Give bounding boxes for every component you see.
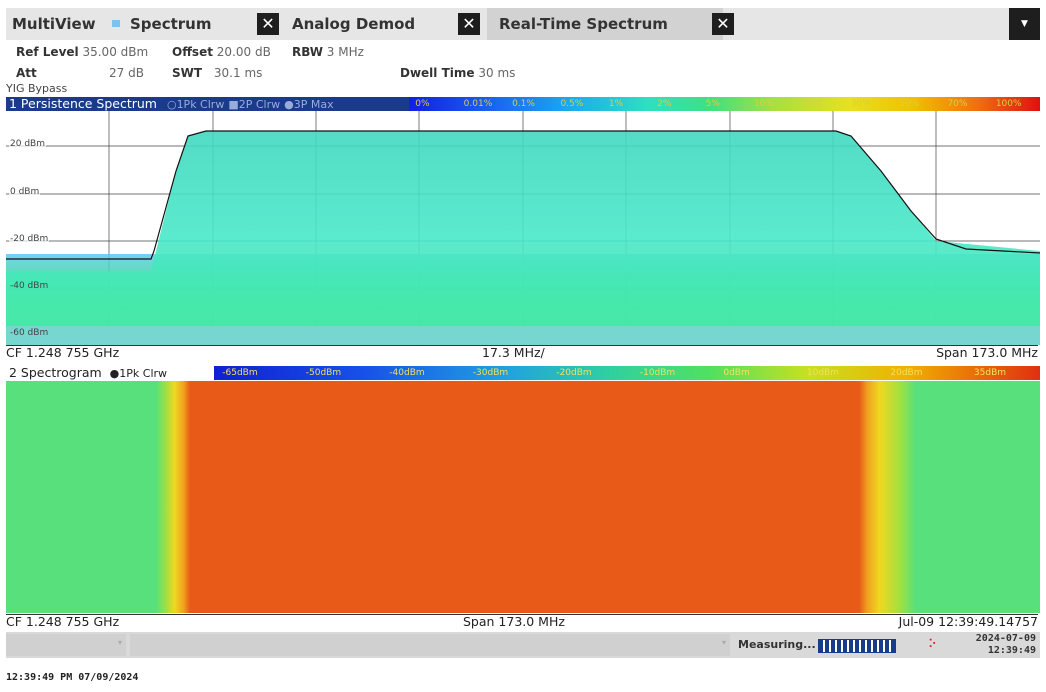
spectrogram-span: Span 173.0 MHz xyxy=(463,614,565,629)
ylabel-minus20: -20 dBm xyxy=(9,234,50,244)
tab-spectrum[interactable]: Spectrum xyxy=(130,8,211,40)
persistence-span: Span 173.0 MHz xyxy=(936,345,1038,360)
scale-label: 0% xyxy=(415,99,430,109)
rbw: RBW 3 MHz xyxy=(292,45,364,59)
status-time: 12:39:49 xyxy=(987,645,1036,656)
ylabel-minus60: -60 dBm xyxy=(10,328,49,338)
scale-label: 0dBm xyxy=(723,368,750,378)
scale-label: 100% xyxy=(995,99,1022,109)
scale-label: 1% xyxy=(608,99,624,109)
tab-analog-demod-label: Analog Demod xyxy=(292,15,416,33)
scale-label: 5% xyxy=(705,99,720,109)
spectrogram-cf: CF 1.248 755 GHz xyxy=(6,614,120,629)
tab-analog-demod[interactable]: Analog Demod xyxy=(292,8,415,40)
tab-spectrum-label: Spectrum xyxy=(130,15,212,33)
multiview-icon xyxy=(112,20,120,27)
yig-bypass: YIG Bypass xyxy=(6,82,68,95)
noise-band xyxy=(6,326,1040,345)
status-bar: ▾ ▾ Measuring... ⠕ 2024-07-09 12:39:49 xyxy=(6,632,1040,658)
close-real-time-spectrum-tab-icon[interactable]: ✕ xyxy=(712,13,734,35)
close-analog-demod-tab-icon[interactable]: ✕ xyxy=(458,13,480,35)
tab-real-time-spectrum-label: Real-Time Spectrum xyxy=(499,15,668,33)
ref-level: Ref Level 35.00 dBm xyxy=(16,45,149,59)
scale-label: -30dBm xyxy=(472,368,509,378)
scale-label: 35dBm xyxy=(973,368,1007,378)
scale-label: -65dBm xyxy=(222,368,258,378)
scale-label: 30% xyxy=(850,99,871,109)
spectrogram-legend: ●1Pk Clrw xyxy=(109,367,168,380)
tab-real-time-spectrum[interactable]: Real-Time Spectrum xyxy=(487,8,723,40)
scale-label: -20dBm xyxy=(556,368,592,378)
scale-label: 0.5% xyxy=(560,99,584,109)
measuring-progress xyxy=(818,639,896,653)
scale-label: 0.1% xyxy=(512,99,535,109)
scale-label: -40dBm xyxy=(389,368,425,378)
spectrogram-plot xyxy=(6,381,1040,613)
spectrogram-time: Jul-09 12:39:49.14757 xyxy=(898,614,1038,629)
ylabel-0: 0 dBm xyxy=(9,187,41,197)
att-value: 27 dB xyxy=(109,66,144,80)
att: Att xyxy=(16,66,37,80)
spectrogram-color-scale: -65dBm -50dBm -40dBm -30dBm -20dBm -10dBm 0dBm… xyxy=(214,366,1040,380)
scale-label: 50% xyxy=(899,99,920,109)
scale-label: 0.01% xyxy=(463,99,493,109)
scale-label: 10dBm xyxy=(806,368,839,378)
system-clock: 12:39:49 PM 07/09/2024 xyxy=(6,672,139,683)
persistence-plot xyxy=(6,111,1040,345)
scale-label: 10% xyxy=(753,99,774,109)
persistence-panel-header: 1 Persistence Spectrum ○1Pk Clrw ■2P Clr… xyxy=(6,97,1040,111)
scale-label: 70% xyxy=(947,99,968,109)
tab-bar: MultiView Spectrum ✕ Analog Demod ✕ Real… xyxy=(6,8,1040,40)
tab-multiview-label: MultiView xyxy=(12,15,96,33)
measuring-status: Measuring... xyxy=(738,638,816,651)
persistence-div: 17.3 MHz/ xyxy=(482,345,545,360)
trace1-legend: ○1Pk Clrw xyxy=(166,98,225,111)
tab-multiview[interactable]: MultiView xyxy=(12,8,96,40)
scale-label: -50dBm xyxy=(305,368,342,378)
swt: SWT 30.1 ms xyxy=(172,66,263,80)
status-field-2[interactable]: ▾ xyxy=(130,634,730,656)
scale-label: 20% xyxy=(802,99,823,109)
status-field-1[interactable]: ▾ xyxy=(6,634,126,656)
status-date: 2024-07-09 xyxy=(975,633,1036,644)
dwell-time: Dwell Time 30 ms xyxy=(400,66,516,80)
scale-label: -10dBm xyxy=(639,368,676,378)
offset: Offset 20.00 dB xyxy=(172,45,271,59)
scale-label: 20dBm xyxy=(890,368,923,378)
persistence-title: 1 Persistence Spectrum ○1Pk Clrw ■2P Clr… xyxy=(9,96,334,112)
trace3-legend: ●3P Max xyxy=(284,98,334,111)
spectrogram-title: 2 Spectrogram ●1Pk Clrw xyxy=(9,365,168,381)
ylabel-20: 20 dBm xyxy=(9,139,46,149)
close-spectrum-tab-icon[interactable]: ✕ xyxy=(257,13,279,35)
persistence-cf: CF 1.248 755 GHz xyxy=(6,345,120,360)
spectrogram-panel-header: 2 Spectrogram ●1Pk Clrw -65dBm -50dBm -40d… xyxy=(6,366,1040,380)
scale-label: 2% xyxy=(657,99,672,109)
persistence-footer: CF 1.248 755 GHz 17.3 MHz/ Span 173.0 MH… xyxy=(6,345,1038,360)
ylabel-minus40: -40 dBm xyxy=(10,281,49,291)
trace2-legend: ■2P Clrw xyxy=(228,98,281,111)
spectrogram-footer: CF 1.248 755 GHz Span 173.0 MHz Jul-09 1… xyxy=(6,614,1038,629)
chevron-down-icon[interactable]: ▼ xyxy=(1009,8,1040,40)
status-datetime: 2024-07-09 12:39:49 xyxy=(976,633,1036,657)
persistence-color-scale: 0% 0.01% 0.1% 0.5% 1% 2% 5% 10% 20% 30% 50% 70% 100% xyxy=(409,97,1040,111)
network-icon: ⠕ xyxy=(928,637,937,651)
